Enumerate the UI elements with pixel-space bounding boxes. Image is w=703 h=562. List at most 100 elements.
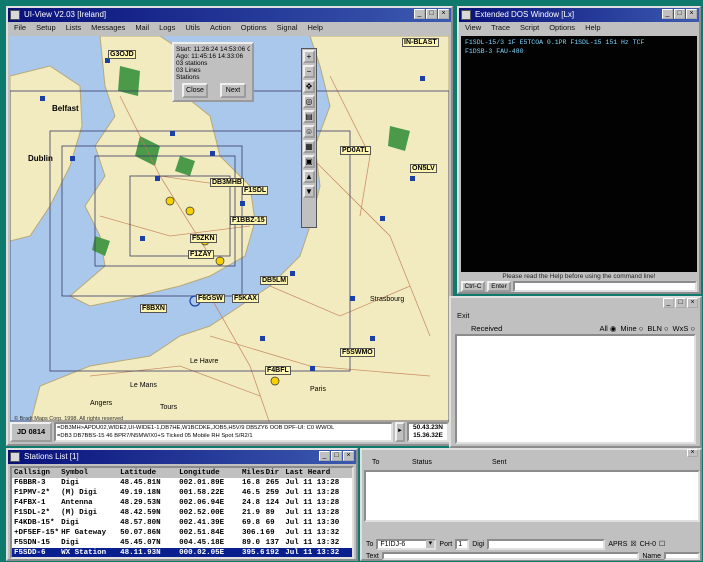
column-header[interactable]: To <box>364 459 404 469</box>
column-header[interactable]: Last Heard <box>283 468 352 478</box>
stations-window-titlebar[interactable]: Stations List [1] _ □ × <box>8 450 356 464</box>
tool-save-icon[interactable]: ▣ <box>303 155 315 168</box>
menu-script[interactable]: Script <box>520 22 539 34</box>
tool-down-icon[interactable]: ▼ <box>303 185 315 198</box>
filter-bln[interactable]: BLN ○ <box>647 324 668 333</box>
command-input[interactable] <box>513 281 697 292</box>
table-row[interactable]: F4FBX-1 Antenna 48.29.53N 002.06.94E 24.8 124… <box>12 498 352 508</box>
menu-lists[interactable]: Lists <box>66 22 81 34</box>
column-header[interactable]: Longitude <box>177 468 240 478</box>
tool-pan-icon[interactable]: ✥ <box>303 80 315 93</box>
close-button[interactable]: × <box>438 9 449 19</box>
tool-zoom-in-icon[interactable]: + <box>303 50 315 63</box>
station-label[interactable]: F5SWMO <box>340 348 375 357</box>
table-cell: Jul 11 13:30 <box>285 519 340 527</box>
menu-messages[interactable]: Messages <box>91 22 125 34</box>
map-canvas[interactable]: Belfast Dublin Le Havre Paris Strasbourg… <box>10 36 449 424</box>
station-label[interactable]: F4BFL <box>265 366 291 375</box>
tool-grid-icon[interactable]: ▦ <box>303 140 315 153</box>
port-field[interactable]: 1 <box>455 538 470 550</box>
maximize-button[interactable]: □ <box>426 9 437 19</box>
table-row[interactable]: F1IDJ-10*Part Cloud47.40.54N001.38.45E21… <box>12 558 352 559</box>
status-arrow-button[interactable]: ► <box>395 422 405 442</box>
menu-options[interactable]: Options <box>549 22 575 34</box>
minimize-button[interactable]: _ <box>662 9 673 19</box>
checkbox-icon[interactable]: ☐ <box>659 540 665 548</box>
menu-exit[interactable]: Exit <box>457 310 470 322</box>
table-row[interactable]: F1SDL-2* (M) Digi 48.42.59N 002.52.00E 21.9 8… <box>12 508 352 518</box>
station-label[interactable]: G3OJD <box>108 50 136 59</box>
text-field[interactable] <box>381 552 640 560</box>
station-label[interactable]: F1SDL <box>242 186 269 195</box>
status-button[interactable]: JD 0814 <box>10 422 52 442</box>
filter-all[interactable]: All ◉ <box>599 324 616 333</box>
table-row[interactable]: +DF5EF-15* HF Gateway 50.07.86N 002.51.84E 3… <box>12 528 352 538</box>
table-row[interactable]: F5SDD-6 WX Station 48.11.93N 000.02.05E 395.… <box>12 548 352 557</box>
station-label[interactable]: ON5LV <box>410 164 437 173</box>
filter-mine[interactable]: Mine ○ <box>620 324 643 333</box>
station-label[interactable]: F5KAX <box>232 294 259 303</box>
station-label[interactable]: F5ZKN <box>190 234 217 243</box>
table-row[interactable]: F1PMV-2* (M) Digi 49.19.18N 001.58.22E 46.5 2… <box>12 488 352 498</box>
enter-button[interactable]: Enter <box>487 281 511 292</box>
to-select[interactable]: F1IDJ-6 ▾ <box>376 538 437 550</box>
popup-next-button[interactable]: Next <box>220 83 246 98</box>
maximize-button[interactable]: □ <box>675 298 686 308</box>
menu-logs[interactable]: Logs <box>159 22 175 34</box>
station-label[interactable]: F6GSW <box>196 294 225 303</box>
column-header[interactable]: Symbol <box>59 468 118 478</box>
tool-up-icon[interactable]: ▲ <box>303 170 315 183</box>
station-label[interactable]: DB3MHB <box>210 178 244 187</box>
menu-utils[interactable]: Utils <box>185 22 200 34</box>
menu-mail[interactable]: Mail <box>135 22 149 34</box>
menu-setup[interactable]: Setup <box>36 22 56 34</box>
tool-print-icon[interactable]: ▤ <box>303 110 315 123</box>
close-button[interactable]: × <box>687 298 698 308</box>
minimize-button[interactable]: _ <box>319 451 330 461</box>
station-label[interactable]: F8BXN <box>140 304 167 313</box>
tool-zoom-out-icon[interactable]: − <box>303 65 315 78</box>
column-header[interactable]: Status <box>404 459 484 469</box>
close-button[interactable]: × <box>687 449 698 457</box>
minimize-button[interactable]: _ <box>414 9 425 19</box>
menu-help[interactable]: Help <box>308 22 323 34</box>
name-field[interactable] <box>664 552 700 560</box>
menu-signal[interactable]: Signal <box>277 22 298 34</box>
table-row[interactable]: F5SDN-15 Digi 45.45.07N 004.45.18E 89.0 137 Ju… <box>12 538 352 548</box>
close-button[interactable]: × <box>343 451 354 461</box>
station-label[interactable]: IN-BLAST <box>402 38 439 47</box>
menu-file[interactable]: File <box>14 22 26 34</box>
menu-action[interactable]: Action <box>210 22 231 34</box>
column-header[interactable]: Dir <box>264 468 284 478</box>
station-label[interactable]: DB5LM <box>260 276 289 285</box>
maximize-button[interactable]: □ <box>331 451 342 461</box>
command-output[interactable]: F1SDL-15/3 1F E5TCOA 0.1PR F1SDL-15 151 … <box>461 36 697 272</box>
send-queue-list[interactable] <box>364 470 700 522</box>
menu-options[interactable]: Options <box>241 22 267 34</box>
checkbox-icon[interactable]: ☒ <box>630 540 636 548</box>
table-row[interactable]: F4KDB-15* Digi 48.57.80N 002.41.39E 69.8 69 Ju… <box>12 518 352 528</box>
filter-wxs[interactable]: WxS ○ <box>673 324 695 333</box>
map-window-titlebar[interactable]: UI-View V2.03 [Ireland] _ □ × <box>8 8 451 22</box>
station-label[interactable]: PD0ATL <box>340 146 371 155</box>
command-window-titlebar[interactable]: Extended DOS Window [Lx] _ □ × <box>459 8 699 22</box>
menu-view[interactable]: View <box>465 22 481 34</box>
ctrl-c-button[interactable]: Ctrl-C <box>461 281 485 292</box>
table-row[interactable]: F6BBR-3 Digi 48.45.81N 002.01.89E 16.8 265 Jul… <box>12 478 352 488</box>
maximize-button[interactable]: □ <box>674 9 685 19</box>
close-button[interactable]: × <box>686 9 697 19</box>
station-label[interactable]: F1ZAY <box>188 250 214 259</box>
column-header[interactable]: Latitude <box>118 468 177 478</box>
menu-help[interactable]: Help <box>585 22 600 34</box>
received-list[interactable] <box>455 334 696 444</box>
minimize-button[interactable]: _ <box>663 298 674 308</box>
column-header[interactable]: Callsign <box>12 468 59 478</box>
column-header[interactable]: Sent <box>484 459 564 469</box>
tool-person-icon[interactable]: ☺ <box>303 125 315 138</box>
menu-trace[interactable]: Trace <box>491 22 510 34</box>
column-header[interactable]: Miles <box>240 468 264 478</box>
digi-field[interactable] <box>487 538 606 550</box>
tool-centre-icon[interactable]: ◎ <box>303 95 315 108</box>
station-label[interactable]: F1BBZ-15 <box>230 216 267 225</box>
popup-close-button[interactable]: Close <box>182 83 208 98</box>
